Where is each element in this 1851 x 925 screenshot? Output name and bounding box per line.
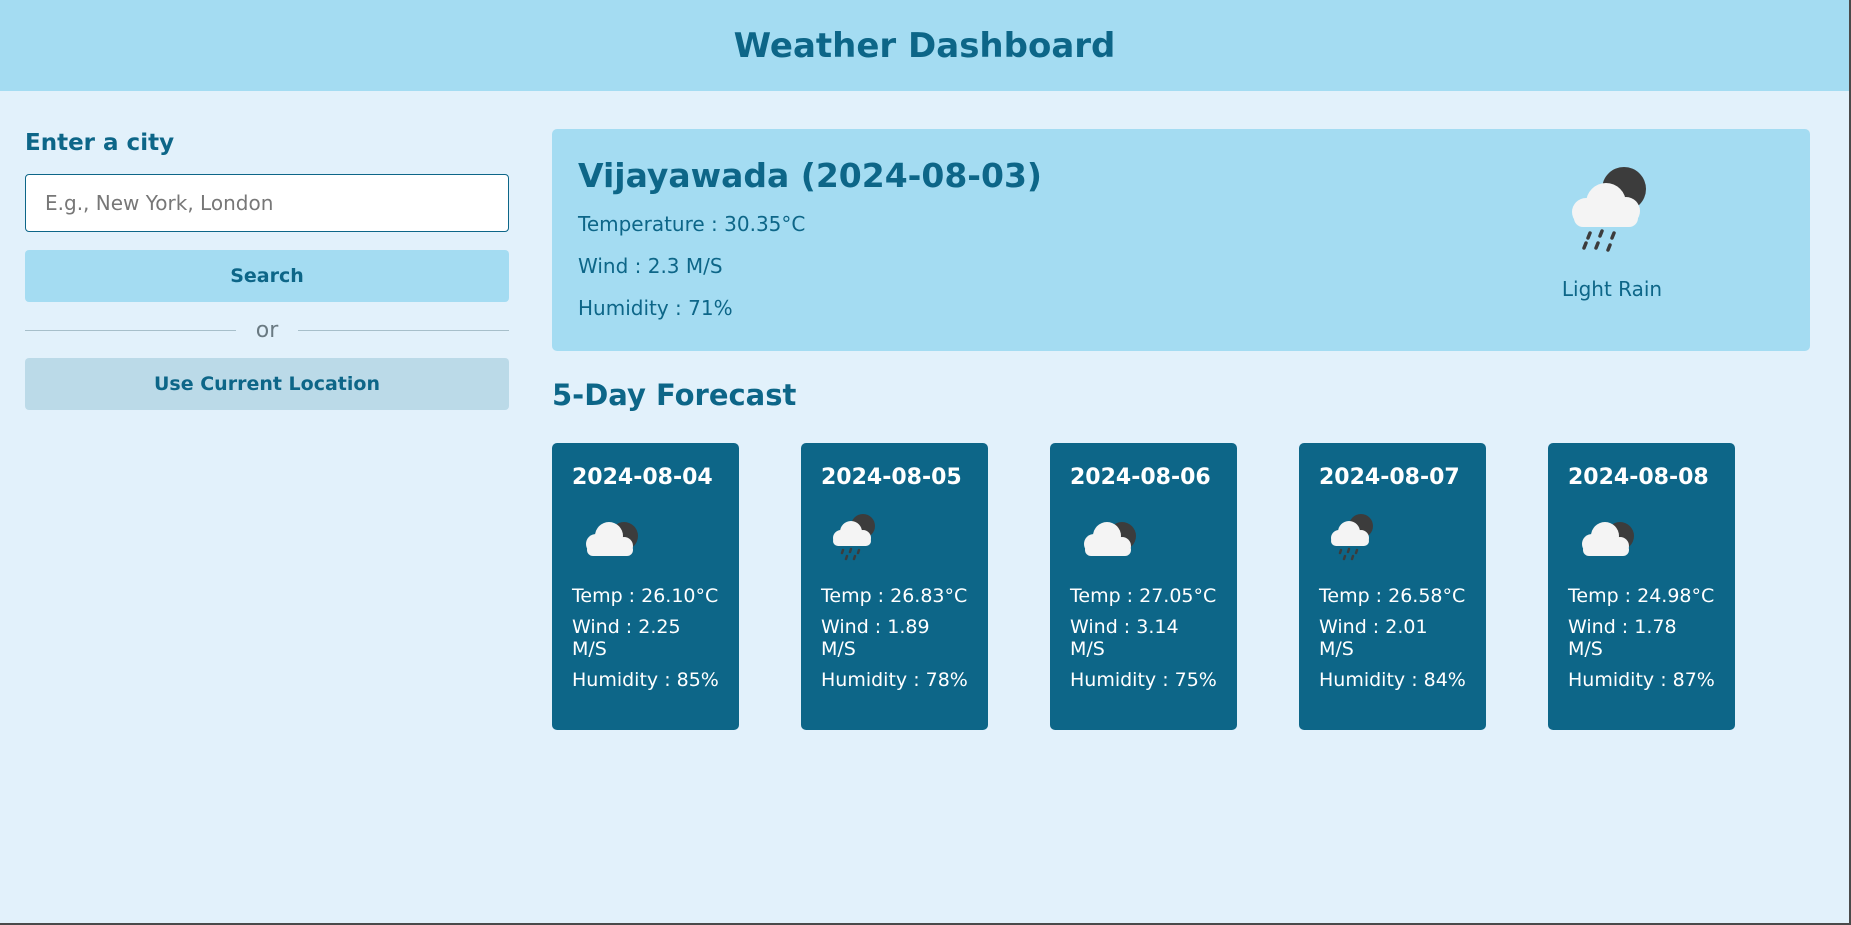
forecast-temp: Temp : 24.98°C bbox=[1568, 585, 1715, 607]
current-weather-card: Vijayawada (2024-08-03) Temperature : 30… bbox=[552, 129, 1810, 351]
city-search-input[interactable] bbox=[25, 174, 509, 232]
cloud-moon-icon bbox=[586, 522, 638, 556]
forecast-humidity: Humidity : 87% bbox=[1568, 669, 1715, 691]
forecast-humidity: Humidity : 75% bbox=[1070, 669, 1217, 691]
forecast-cards: 2024-08-04 Temp : 26.10°C Wind : 2.25 M/… bbox=[552, 443, 1735, 730]
current-condition: Light Rain bbox=[1532, 165, 1692, 301]
forecast-humidity: Humidity : 85% bbox=[572, 669, 719, 691]
forecast-wind: Wind : 1.89 M/S bbox=[821, 616, 930, 660]
forecast-date: 2024-08-06 bbox=[1070, 465, 1211, 490]
cloud-moon-icon bbox=[1582, 522, 1634, 556]
forecast-card: 2024-08-07 Temp : 26.58°C Wind: 2.01 M/… bbox=[1299, 443, 1486, 730]
or-text: or bbox=[255, 317, 279, 343]
forecast-card: 2024-08-05 Temp : 26.83°C Wind: 1.89 M/… bbox=[801, 443, 988, 730]
weather-dashboard-page: Weather Dashboard Enter a city Search or… bbox=[0, 0, 1851, 925]
forecast-humidity: Humidity : 78% bbox=[821, 669, 968, 691]
search-button[interactable]: Search bbox=[25, 250, 509, 302]
cloud-rain-moon-icon bbox=[1331, 514, 1373, 561]
current-condition-text: Light Rain bbox=[1561, 277, 1663, 301]
forecast-temp: Temp : 26.83°C bbox=[821, 585, 968, 607]
forecast-temp: Temp : 26.58°C bbox=[1319, 585, 1466, 607]
forecast-wind: Wind : 2.01 M/S bbox=[1319, 616, 1428, 660]
forecast-temp: Temp : 27.05°C bbox=[1070, 585, 1217, 607]
divider-line-left bbox=[25, 329, 236, 331]
forecast-card: 2024-08-08 Temp : 24.98°C Wind : 1.78 M/… bbox=[1548, 443, 1735, 730]
city-input-label: Enter a city bbox=[25, 130, 175, 156]
app-header: Weather Dashboard bbox=[0, 0, 1849, 91]
divider-line-right bbox=[298, 329, 510, 331]
forecast-wind: Wind : 3.14 M/S bbox=[1070, 616, 1179, 660]
cloud-rain-moon-icon bbox=[833, 514, 875, 561]
cloud-rain-moon-icon bbox=[1572, 167, 1646, 252]
forecast-date: 2024-08-07 bbox=[1319, 465, 1460, 490]
forecast-wind: Wind : 2.25 M/S bbox=[572, 616, 681, 660]
forecast-title: 5-Day Forecast bbox=[552, 378, 797, 412]
or-divider: or bbox=[25, 302, 510, 358]
forecast-wind: Wind : 1.78 M/S bbox=[1568, 616, 1677, 660]
forecast-temp: Temp : 26.10°C bbox=[572, 585, 719, 607]
forecast-date: 2024-08-05 bbox=[821, 465, 962, 490]
forecast-date: 2024-08-04 bbox=[572, 465, 713, 490]
forecast-humidity: Humidity : 84% bbox=[1319, 669, 1466, 691]
search-sidebar: Enter a city Search or Use Current Locat… bbox=[25, 130, 510, 410]
cloud-moon-icon bbox=[1084, 522, 1136, 556]
use-current-location-button[interactable]: Use Current Location bbox=[25, 358, 509, 410]
forecast-card: 2024-08-06 Temp : 27.05°C Wind : 3.14 M/… bbox=[1050, 443, 1237, 730]
forecast-date: 2024-08-08 bbox=[1568, 465, 1709, 490]
forecast-card: 2024-08-04 Temp : 26.10°C Wind : 2.25 M/… bbox=[552, 443, 739, 730]
page-title: Weather Dashboard bbox=[733, 25, 1116, 66]
